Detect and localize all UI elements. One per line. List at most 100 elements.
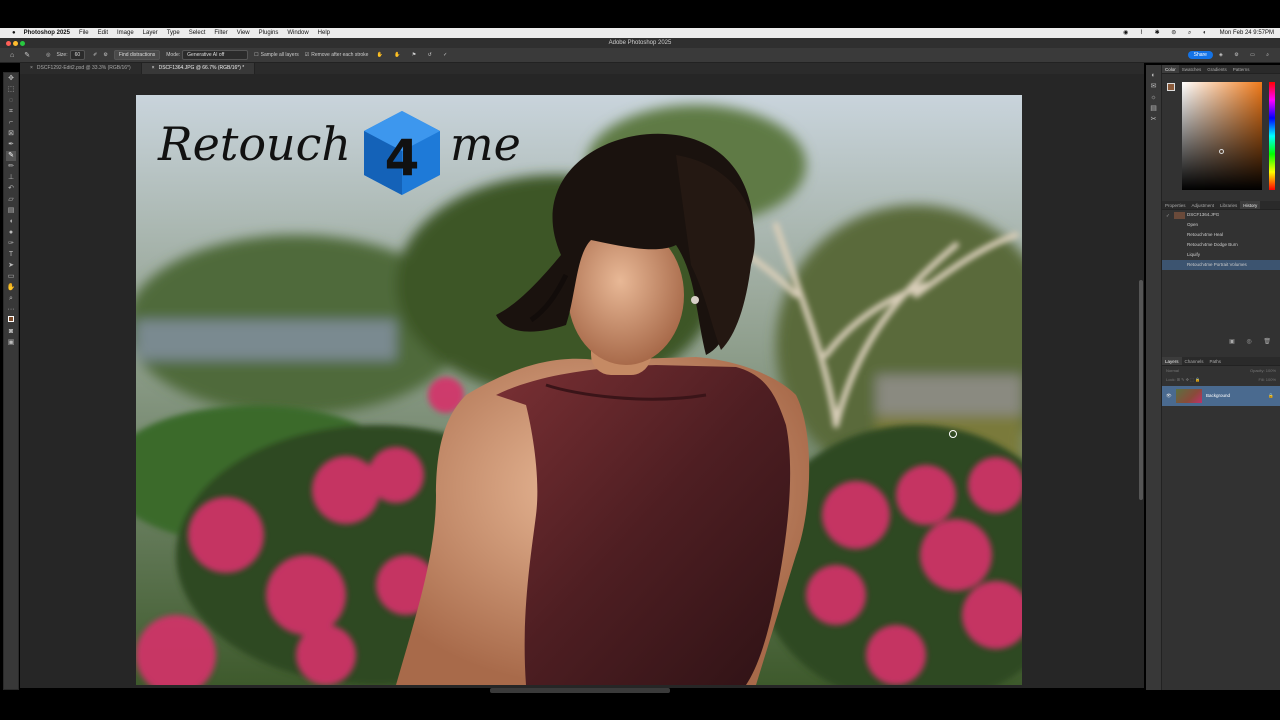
comments-icon[interactable]: ✉ [1149,82,1159,92]
zoom-window-button[interactable] [20,40,25,46]
tab-history[interactable]: History [1240,201,1261,209]
libraries-icon[interactable]: ▤ [1149,104,1159,114]
screen-mode-icon[interactable]: ▣ [6,338,16,348]
eyedropper-tool-icon[interactable]: ✒ [6,140,16,150]
layer-row-background[interactable]: 👁 Background 🔒 [1162,386,1280,406]
marquee-tool-icon[interactable]: ⬚ [6,85,16,95]
zoom-tool-icon[interactable]: ⌕ [6,294,16,304]
retouch4me-cube-icon: 4 [364,111,440,195]
tab-swatches[interactable]: Swatches [1179,65,1205,73]
menu-view[interactable]: View [237,30,250,36]
canvas-scrollbar[interactable] [1139,280,1143,500]
pen-tool-icon[interactable]: ✑ [6,239,16,249]
visibility-eye-icon[interactable]: 👁 [1166,386,1172,406]
tab-libraries[interactable]: Libraries [1217,201,1240,209]
tab-channels[interactable]: Channels [1182,357,1207,365]
color-panel-icon[interactable]: ◐ [1149,71,1159,81]
fill-field[interactable]: Fill: 100% [1258,377,1276,382]
settings-gear-icon[interactable]: ⚙ [103,52,107,58]
tools-icon[interactable]: ✂ [1149,115,1159,125]
contextual-taskbar[interactable] [490,688,670,693]
color-picker-ring[interactable] [1219,149,1224,154]
history-brush-tool-icon[interactable]: ↶ [6,184,16,194]
document-canvas[interactable]: Retouch 4 me [136,95,1022,685]
type-tool-icon[interactable]: T [6,250,16,260]
brush-tool-icon[interactable]: ✏ [6,162,16,172]
path-select-tool-icon[interactable]: ➤ [6,261,16,271]
close-window-button[interactable] [6,40,11,46]
color-swatches-icon[interactable] [6,316,16,326]
remove-tool-icon[interactable]: ✎ [24,51,30,59]
tab-color[interactable]: Color [1162,65,1179,73]
hue-slider[interactable] [1269,82,1275,190]
lock-icons[interactable]: ⊞ ✎ ✥ ⬚ 🔒 [1177,377,1200,382]
history-state[interactable]: Retouch4me Heal [1162,230,1280,240]
rectangle-tool-icon[interactable]: ▭ [6,272,16,282]
history-state[interactable]: Liquify [1162,250,1280,260]
remove-after-checkbox[interactable]: ☑ [305,52,309,58]
layer-lock-icon: 🔒 [1268,393,1274,398]
menu-edit[interactable]: Edit [98,30,108,36]
apple-icon[interactable]: ● [12,30,16,36]
app-menu[interactable]: Photoshop 2025 [24,30,70,36]
history-footer-icons[interactable]: ▣ ◎ 🗑 [1162,338,1280,345]
mode-select[interactable]: Generative AI off [182,50,249,60]
color-field[interactable] [1182,82,1262,190]
menu-select[interactable]: Select [189,30,206,36]
menu-plugins[interactable]: Plugins [259,30,279,36]
remove-tool-icon[interactable]: ✎ [6,151,16,161]
find-distractions-button[interactable]: Find distractions [113,50,161,60]
dodge-tool-icon[interactable]: ● [6,228,16,238]
stamp-tool-icon[interactable]: ⊥ [6,173,16,183]
frame-tool-icon[interactable]: ⊠ [6,129,16,139]
right-option-icons[interactable]: ◈ ⚙ ▭ ⌕ [1219,52,1274,58]
menu-file[interactable]: File [79,30,89,36]
crop-tool-icon[interactable]: ⌐ [6,118,16,128]
brush-preset-icon[interactable]: ◎ [46,52,50,58]
pressure-icon[interactable]: ✐ [93,52,97,58]
blur-tool-icon[interactable]: ◖ [6,217,16,227]
lasso-tool-icon[interactable]: ◌ [6,96,16,106]
brush-cursor [949,430,957,438]
hand-tool-icon[interactable]: ✋ [6,283,16,293]
clock: Mon Feb 24 9:57PM [1219,30,1274,36]
minimize-window-button[interactable] [13,40,18,46]
tab-paths[interactable]: Paths [1207,357,1225,365]
size-field[interactable]: 60 [69,50,86,60]
tab-dscf1292[interactable]: × DSCF1292-Edit2.psd @ 33.3% (RGB/16*) [20,63,142,74]
tab-layers[interactable]: Layers [1162,357,1182,365]
menu-window[interactable]: Window [287,30,308,36]
home-icon[interactable]: ⌂ [10,52,14,59]
history-state-current[interactable]: Retouch4me Portrait Volumes [1162,260,1280,270]
tab-dscf1364[interactable]: × DSCF1364.JPG @ 66.7% (RGB/16*) * [141,63,256,74]
more-tools-icon[interactable]: ··· [6,305,16,315]
tab-properties[interactable]: Properties [1162,201,1189,209]
status-icons[interactable]: ◉ ⌇ ✱ ⊜ ⌕ ◐ [1123,29,1212,37]
panel-icon-strip: ◐ ✉ ☼ ▤ ✂ [1146,65,1162,690]
blend-mode-select[interactable]: Normal [1166,368,1179,373]
share-button[interactable]: Share [1187,51,1213,59]
menu-filter[interactable]: Filter [214,30,227,36]
history-state[interactable]: Retouch4me Dodge Burn [1162,240,1280,250]
option-icons[interactable]: ✋ ✋ ⚑ ↺ ✓ [376,52,452,58]
gradient-tool-icon[interactable]: ▤ [6,206,16,216]
tab-patterns[interactable]: Patterns [1230,65,1253,73]
quick-mask-icon[interactable]: ◙ [6,327,16,337]
menu-help[interactable]: Help [318,30,330,36]
history-state[interactable]: Open [1162,220,1280,230]
tab-adjustment[interactable]: Adjustment [1189,201,1218,209]
close-icon[interactable]: × [30,65,33,71]
sample-all-checkbox[interactable]: ☐ [254,52,258,58]
opacity-field[interactable]: Opacity: 100% [1250,368,1276,373]
eraser-tool-icon[interactable]: ▱ [6,195,16,205]
move-tool-icon[interactable]: ✥ [6,74,16,84]
adjustments-icon[interactable]: ☼ [1149,93,1159,103]
menu-type[interactable]: Type [167,30,180,36]
object-select-tool-icon[interactable]: ⌗ [6,107,16,117]
close-icon[interactable]: × [152,65,155,71]
tab-gradients[interactable]: Gradients [1204,65,1230,73]
menu-layer[interactable]: Layer [143,30,158,36]
history-snapshot[interactable]: ✓ DSCF1364.JPG [1162,210,1280,220]
menu-image[interactable]: Image [117,30,134,36]
foreground-color-swatch[interactable] [1167,83,1175,91]
